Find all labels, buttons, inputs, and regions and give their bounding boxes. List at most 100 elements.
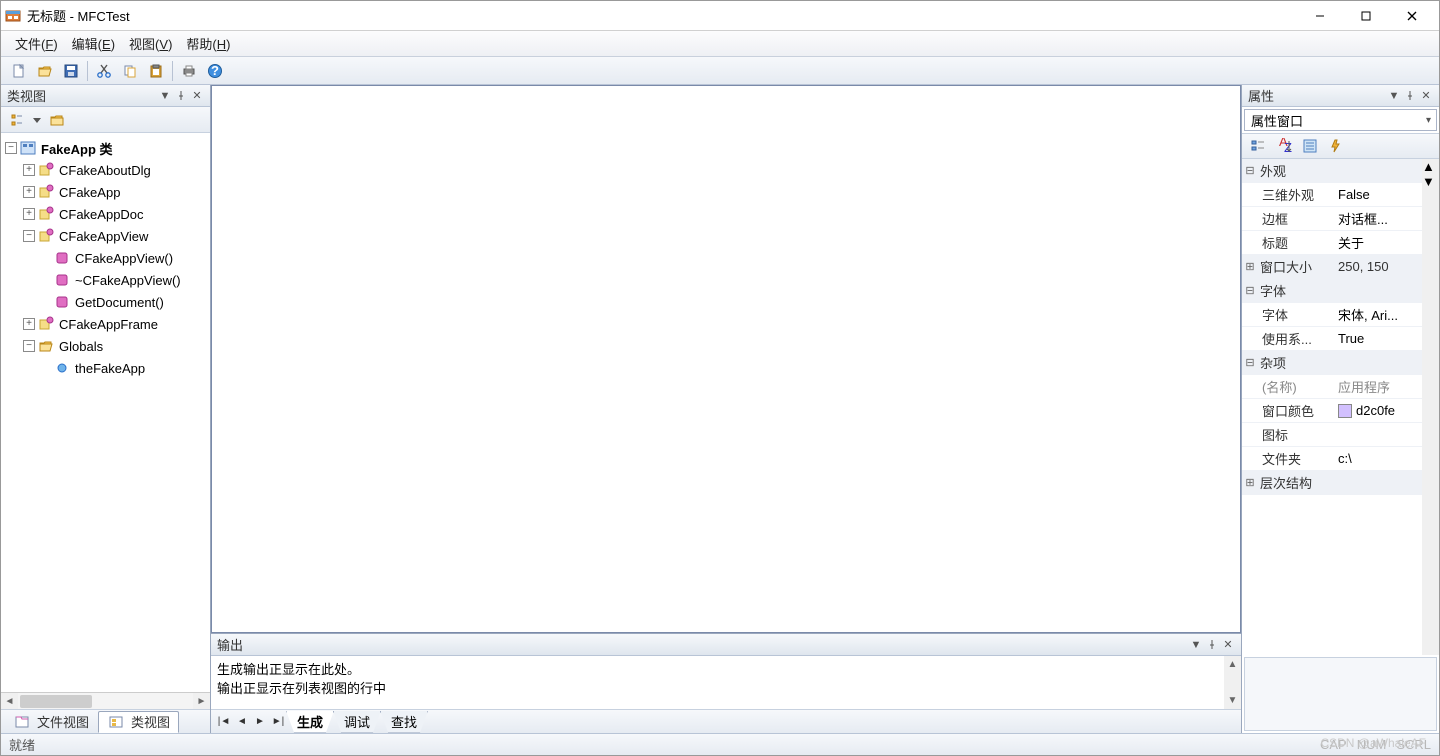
help-icon[interactable]: ?: [203, 59, 227, 83]
nav-first-icon[interactable]: |◄: [215, 712, 233, 732]
panel-pin-icon[interactable]: [1403, 89, 1417, 103]
status-num: NUM: [1357, 737, 1387, 752]
tree-node[interactable]: +CFakeAppDoc: [1, 203, 210, 225]
tree-node[interactable]: +CFakeAppFrame: [1, 313, 210, 335]
v-scrollbar[interactable]: ▲ ▼: [1422, 159, 1439, 655]
collapse-icon[interactable]: ⊟: [1242, 164, 1258, 177]
panel-close-icon[interactable]: ✕: [1419, 89, 1433, 103]
prop-category[interactable]: ⊟外观: [1242, 159, 1439, 183]
scroll-up-icon[interactable]: ▲: [1422, 159, 1439, 174]
document-area[interactable]: [211, 85, 1241, 633]
prop-row[interactable]: 字体宋体, Ari...: [1242, 303, 1439, 327]
prop-row[interactable]: 三维外观False: [1242, 183, 1439, 207]
sort-icon[interactable]: [5, 108, 29, 132]
expand-icon[interactable]: +: [23, 164, 35, 176]
prop-row[interactable]: 边框对话框...: [1242, 207, 1439, 231]
tree-node[interactable]: −CFakeAppView: [1, 225, 210, 247]
properties-page-icon[interactable]: [1298, 134, 1322, 158]
panel-dropdown-icon[interactable]: ▼: [1189, 638, 1203, 652]
collapse-icon[interactable]: ⊟: [1242, 356, 1258, 369]
tree-node[interactable]: +CFakeApp: [1, 181, 210, 203]
v-scrollbar[interactable]: ▲ ▼: [1224, 656, 1241, 709]
tab-class-view[interactable]: 类视图: [98, 711, 179, 733]
alphabetical-icon[interactable]: AZ: [1272, 134, 1296, 158]
prop-category[interactable]: ⊞窗口大小250, 150: [1242, 255, 1439, 279]
tree-node[interactable]: CFakeAppView(): [1, 247, 210, 269]
class-icon: [38, 316, 54, 332]
scroll-up-icon[interactable]: ▲: [1224, 656, 1241, 673]
property-grid[interactable]: ⊟外观 三维外观False 边框对话框... 标题关于 ⊞窗口大小250, 15…: [1242, 159, 1439, 655]
menu-edit[interactable]: 编辑(E): [66, 32, 121, 55]
prop-category[interactable]: ⊟字体: [1242, 279, 1439, 303]
menu-file[interactable]: 文件(F): [9, 32, 64, 55]
scroll-down-icon[interactable]: ▼: [1224, 692, 1241, 709]
copy-icon[interactable]: [118, 59, 142, 83]
paste-icon[interactable]: [144, 59, 168, 83]
prop-row[interactable]: 标题关于: [1242, 231, 1439, 255]
expand-icon[interactable]: +: [23, 318, 35, 330]
prop-category[interactable]: ⊟杂项: [1242, 351, 1439, 375]
cut-icon[interactable]: [92, 59, 116, 83]
close-button[interactable]: [1389, 2, 1435, 30]
output-tab-debug[interactable]: 调试: [333, 711, 381, 733]
tree-node[interactable]: +CFakeAboutDlg: [1, 159, 210, 181]
prop-row[interactable]: (名称)应用程序: [1242, 375, 1439, 399]
properties-object-selector[interactable]: 属性窗口: [1244, 109, 1437, 131]
tab-file-view[interactable]: 文件视图: [4, 711, 98, 733]
output-body[interactable]: 生成输出正显示在此处。 输出正显示在列表视图的行中 ▲ ▼: [211, 656, 1241, 709]
scroll-right-icon[interactable]: ►: [193, 693, 210, 709]
output-tabs: |◄ ◄ ► ►| 生成 调试 查找: [211, 709, 1241, 733]
save-icon[interactable]: [59, 59, 83, 83]
collapse-icon[interactable]: −: [5, 142, 17, 154]
method-icon: [54, 272, 70, 288]
nav-last-icon[interactable]: ►|: [269, 712, 287, 732]
app-icon: [5, 8, 21, 24]
collapse-icon[interactable]: −: [23, 230, 35, 242]
panel-dropdown-icon[interactable]: ▼: [1387, 89, 1401, 103]
prop-row[interactable]: 文件夹c:\: [1242, 447, 1439, 471]
output-tab-find[interactable]: 查找: [380, 711, 428, 733]
class-icon: [38, 162, 54, 178]
output-tab-build[interactable]: 生成: [286, 711, 334, 733]
panel-pin-icon[interactable]: [1205, 638, 1219, 652]
prop-category[interactable]: ⊞层次结构: [1242, 471, 1439, 495]
tree-root[interactable]: − FakeApp 类: [1, 137, 210, 159]
events-icon[interactable]: [1324, 134, 1348, 158]
maximize-button[interactable]: [1343, 2, 1389, 30]
tree-node[interactable]: −Globals: [1, 335, 210, 357]
nav-next-icon[interactable]: ►: [251, 712, 269, 732]
panel-close-icon[interactable]: ✕: [190, 89, 204, 103]
print-icon[interactable]: [177, 59, 201, 83]
minimize-button[interactable]: [1297, 2, 1343, 30]
expand-icon[interactable]: +: [23, 208, 35, 220]
new-folder-icon[interactable]: [45, 108, 69, 132]
menu-view[interactable]: 视图(V): [123, 32, 178, 55]
scroll-left-icon[interactable]: ◄: [1, 693, 18, 709]
expand-icon[interactable]: +: [23, 186, 35, 198]
nav-prev-icon[interactable]: ◄: [233, 712, 251, 732]
prop-row[interactable]: 使用系...True: [1242, 327, 1439, 351]
collapse-icon[interactable]: ⊟: [1242, 284, 1258, 297]
sort-dropdown-icon[interactable]: [31, 108, 43, 132]
tree-node[interactable]: theFakeApp: [1, 357, 210, 379]
expand-icon[interactable]: ⊞: [1242, 260, 1258, 273]
scroll-thumb[interactable]: [20, 695, 92, 708]
class-tree[interactable]: − FakeApp 类 +CFakeAboutDlg +CFakeApp +CF…: [1, 133, 210, 692]
folder-open-icon: [38, 338, 54, 354]
panel-pin-icon[interactable]: [174, 89, 188, 103]
panel-dropdown-icon[interactable]: ▼: [158, 89, 172, 103]
tree-node[interactable]: ~CFakeAppView(): [1, 269, 210, 291]
h-scrollbar[interactable]: ◄ ►: [1, 692, 210, 709]
main-toolbar: ?: [1, 57, 1439, 85]
menu-help[interactable]: 帮助(H): [180, 32, 236, 55]
prop-row[interactable]: 图标: [1242, 423, 1439, 447]
categorized-icon[interactable]: [1246, 134, 1270, 158]
new-file-icon[interactable]: [7, 59, 31, 83]
collapse-icon[interactable]: −: [23, 340, 35, 352]
tree-node[interactable]: GetDocument(): [1, 291, 210, 313]
expand-icon[interactable]: ⊞: [1242, 476, 1258, 489]
scroll-down-icon[interactable]: ▼: [1422, 174, 1439, 189]
open-file-icon[interactable]: [33, 59, 57, 83]
panel-close-icon[interactable]: ✕: [1221, 638, 1235, 652]
prop-row[interactable]: 窗口颜色d2c0fe: [1242, 399, 1439, 423]
